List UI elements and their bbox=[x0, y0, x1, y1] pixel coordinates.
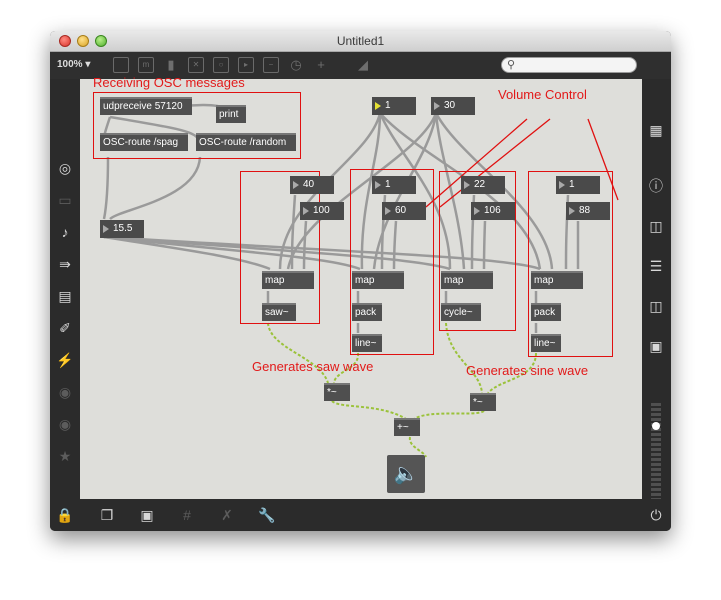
cycle-object[interactable]: cycle~ bbox=[441, 303, 481, 321]
b-circle-icon[interactable]: ◉ bbox=[56, 415, 74, 433]
left-sidebar: ◎ ▭ ♪ ⇛ ▤ ✐ ⚡ ◉ ◉ ★ bbox=[50, 79, 80, 499]
debug-icon[interactable]: ✗ bbox=[218, 506, 236, 524]
number-box-1b[interactable]: 1 bbox=[556, 176, 600, 194]
grid-icon[interactable]: ▦ bbox=[647, 121, 665, 139]
reference-book-icon[interactable]: ◫ bbox=[647, 297, 665, 315]
volume-voice2-annotation-box bbox=[528, 171, 613, 357]
zoom-level-dropdown[interactable]: 100% ▾ bbox=[57, 59, 90, 70]
saw-object[interactable]: saw~ bbox=[262, 303, 296, 321]
search-icon: ⚲ bbox=[507, 59, 516, 71]
saw-wave-label: Generates saw wave bbox=[252, 359, 374, 374]
window-title: Untitled1 bbox=[336, 34, 385, 48]
output-level-slider[interactable] bbox=[651, 403, 661, 499]
receiving-osc-label: Receiving OSC messages bbox=[93, 75, 245, 90]
osc-route-random-object[interactable]: OSC-route /random bbox=[196, 133, 296, 151]
list-icon[interactable]: ☰ bbox=[647, 257, 665, 275]
star-icon[interactable]: ★ bbox=[56, 447, 74, 465]
new-message-icon[interactable]: m bbox=[138, 57, 154, 73]
number-box-106[interactable]: 106 bbox=[471, 202, 515, 220]
number-box-88[interactable]: 88 bbox=[566, 202, 610, 220]
camera-icon[interactable]: ▣ bbox=[647, 337, 665, 355]
toggle-object-icon[interactable]: ○ bbox=[213, 57, 229, 73]
presentation-icon[interactable]: ▭ bbox=[56, 191, 74, 209]
search-input[interactable]: ⚲ bbox=[501, 57, 637, 73]
bottom-toolbar: 🔒 ❐ ▣ # ✗ 🔧 ⏻ bbox=[50, 499, 671, 531]
multiply-signal-object-2[interactable]: *~ bbox=[470, 393, 496, 411]
number-object-icon[interactable]: ▸ bbox=[238, 57, 254, 73]
new-object-icon[interactable] bbox=[113, 57, 129, 73]
button-object-icon[interactable]: ✕ bbox=[188, 57, 204, 73]
number-box-top-30[interactable]: 30 bbox=[431, 97, 475, 115]
line-object-2[interactable]: line~ bbox=[531, 334, 561, 352]
number-box-22[interactable]: 22 bbox=[461, 176, 505, 194]
add-object-icon[interactable]: + bbox=[313, 57, 329, 73]
map-object-3[interactable]: map bbox=[441, 271, 493, 289]
patcher-canvas[interactable]: Receiving OSC messages Volume Control Ge… bbox=[80, 75, 642, 499]
browser-icon[interactable]: ◎ bbox=[56, 159, 74, 177]
osc-route-spag-object[interactable]: OSC-route /spag bbox=[100, 133, 188, 151]
new-view-icon[interactable]: ❐ bbox=[98, 506, 116, 524]
speaker-icon[interactable]: 🔈 bbox=[387, 455, 425, 493]
presentation-mode-icon[interactable]: ▣ bbox=[138, 506, 156, 524]
volume-voice1-annotation-box bbox=[350, 169, 434, 355]
plus-signal-object[interactable]: +~ bbox=[394, 418, 420, 436]
slider-object-icon[interactable]: − bbox=[263, 57, 279, 73]
pack-object-1[interactable]: pack bbox=[352, 303, 382, 321]
map-object-4[interactable]: map bbox=[531, 271, 583, 289]
book-icon[interactable]: ◫ bbox=[647, 217, 665, 235]
number-box-1a[interactable]: 1 bbox=[372, 176, 416, 194]
number-box-15-5[interactable]: 15.5 bbox=[100, 220, 144, 238]
music-note-icon[interactable]: ♪ bbox=[56, 223, 74, 241]
audio-power-icon[interactable]: ⏻ bbox=[647, 506, 665, 524]
line-object-1[interactable]: line~ bbox=[352, 334, 382, 352]
udpreceive-object[interactable]: udpreceive 57120 bbox=[100, 97, 192, 115]
map-object-1[interactable]: map bbox=[262, 271, 314, 289]
volume-control-label: Volume Control bbox=[498, 87, 587, 102]
info-icon[interactable]: ⓘ bbox=[647, 177, 665, 195]
number-box-top-1[interactable]: 1 bbox=[372, 97, 416, 115]
v-circle-icon[interactable]: ◉ bbox=[56, 383, 74, 401]
image-icon[interactable]: ▤ bbox=[56, 287, 74, 305]
comment-icon[interactable]: ▮ bbox=[163, 57, 179, 73]
grid-toggle-icon[interactable]: # bbox=[178, 506, 196, 524]
title-bar[interactable]: Untitled1 bbox=[50, 31, 671, 52]
print-object[interactable]: print bbox=[216, 105, 246, 123]
sine-wave-label: Generates sine wave bbox=[466, 363, 589, 378]
multiply-signal-object-1[interactable]: *~ bbox=[324, 383, 350, 401]
number-box-100[interactable]: 100 bbox=[300, 202, 344, 220]
number-box-60[interactable]: 60 bbox=[382, 202, 426, 220]
pack-object-2[interactable]: pack bbox=[531, 303, 561, 321]
lock-icon[interactable]: 🔒 bbox=[56, 506, 74, 524]
plug-icon[interactable]: ⚡ bbox=[56, 351, 74, 369]
wrench-icon[interactable]: 🔧 bbox=[258, 506, 276, 524]
sequence-icon[interactable]: ⇛ bbox=[56, 255, 74, 273]
map-object-2[interactable]: map bbox=[352, 271, 404, 289]
dial-object-icon[interactable]: ◷ bbox=[288, 57, 304, 73]
max-patcher-window: Untitled1 100% ▾ m ▮ ✕ ○ ▸ − ◷ + ◢ ⚲ ◎ ▭… bbox=[50, 31, 671, 531]
paint-bucket-icon[interactable]: ◢ bbox=[355, 57, 371, 73]
paperclip-icon[interactable]: ✐ bbox=[56, 319, 74, 337]
number-box-40[interactable]: 40 bbox=[290, 176, 334, 194]
output-level-knob[interactable] bbox=[652, 422, 660, 430]
